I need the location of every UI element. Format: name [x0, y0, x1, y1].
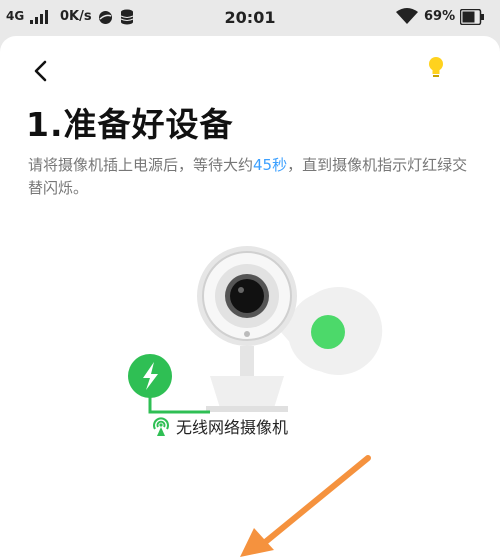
- wait-time-highlight: 45秒: [253, 156, 288, 174]
- instruction-text: 请将摄像机插上电源后，等待大约45秒，直到摄像机指示灯红绿交替闪烁。: [28, 154, 478, 200]
- camera-illustration: [128, 246, 383, 414]
- wifi-icon: [396, 8, 418, 24]
- device-type-label: 无线网络摄像机: [150, 414, 288, 438]
- wireless-signal-icon: [153, 417, 169, 436]
- page-title: 1.准备好设备: [26, 105, 234, 144]
- battery-icon: [460, 9, 484, 25]
- lightbulb-icon[interactable]: [424, 54, 448, 82]
- device-type-text: 无线网络摄像机: [176, 418, 289, 437]
- back-icon[interactable]: [26, 56, 56, 86]
- status-bar: 4G 0K/s 20:01 69%: [0, 0, 500, 36]
- camera-icon: [197, 246, 297, 412]
- instruction-part-1: 请将摄像机插上电源后，等待大约: [28, 156, 254, 174]
- pointer-arrow-icon: [240, 455, 371, 557]
- power-icon: [128, 354, 172, 398]
- indicator-light-icon: [311, 315, 345, 349]
- battery-percent: 69%: [424, 9, 456, 24]
- setup-page: 1.准备好设备 请将摄像机插上电源后，等待大约45秒，直到摄像机指示灯红绿交替闪…: [0, 36, 500, 557]
